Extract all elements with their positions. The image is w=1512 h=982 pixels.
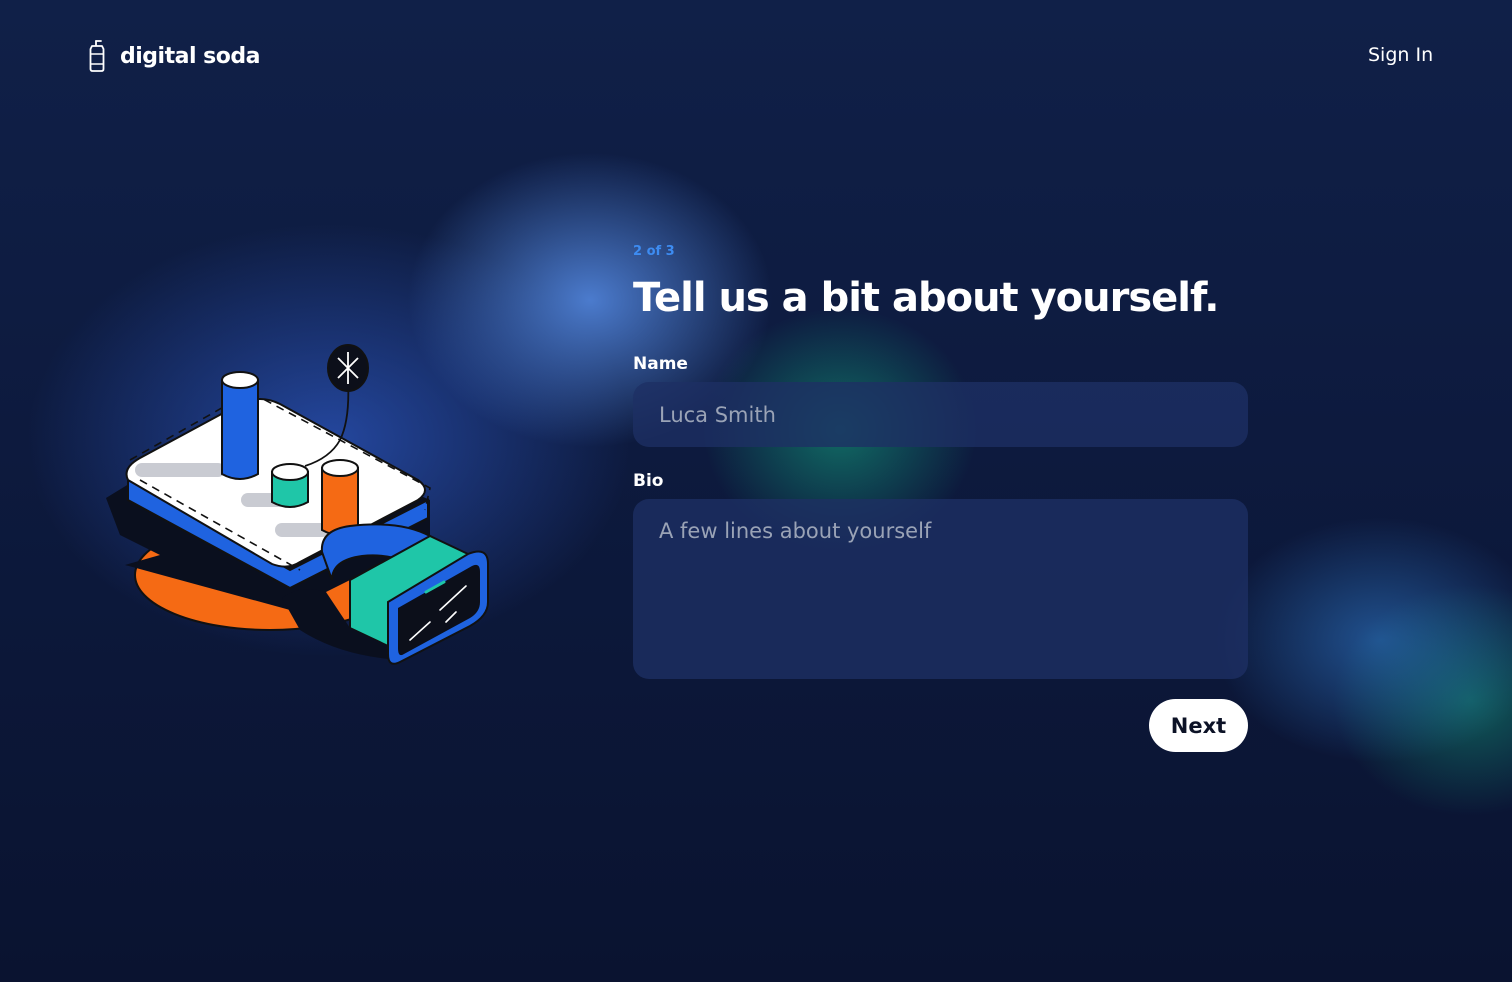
form-actions: Next: [633, 699, 1248, 752]
step-indicator: 2 of 3: [633, 244, 675, 259]
vr-headset-dashboard-illustration: [100, 340, 500, 670]
soda-can-icon: [89, 40, 105, 72]
page-title: Tell us a bit about yourself.: [633, 275, 1219, 321]
profile-form: 2 of 3 Tell us a bit about yourself. Nam…: [633, 244, 1248, 752]
logo[interactable]: digital soda: [86, 40, 260, 72]
page: digital soda Sign In 2 of 3 Tell us a bi…: [0, 0, 1512, 982]
bio-label: Bio: [633, 471, 664, 491]
name-label: Name: [633, 354, 688, 374]
bio-textarea[interactable]: [633, 499, 1248, 679]
name-input[interactable]: [633, 382, 1248, 447]
next-button[interactable]: Next: [1149, 699, 1248, 752]
logo-text: digital soda: [120, 43, 260, 69]
sign-in-link[interactable]: Sign In: [1368, 44, 1433, 66]
